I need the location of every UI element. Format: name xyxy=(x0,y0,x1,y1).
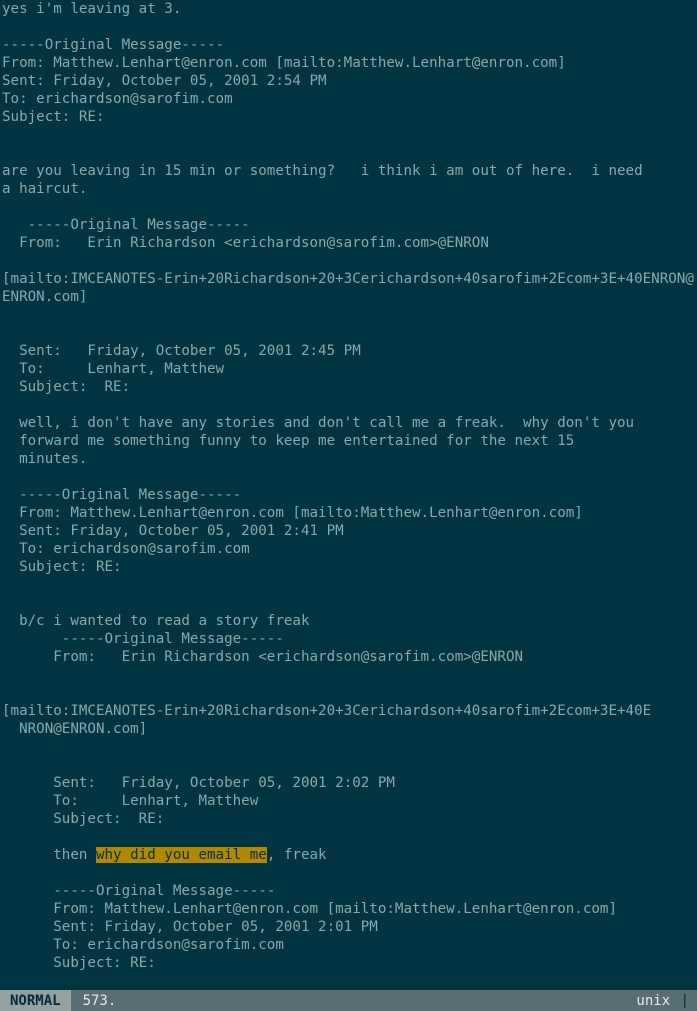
status-bar: NORMAL 573. unix | xyxy=(0,990,697,1011)
mode-indicator: NORMAL xyxy=(0,990,71,1011)
file-format-indicator: unix | xyxy=(636,992,697,1010)
buffer-text: yes i'm leaving at 3. -----Original Mess… xyxy=(2,1,694,1011)
line-indicator: 573. xyxy=(71,992,637,1010)
editor-viewport[interactable]: yes i'm leaving at 3. -----Original Mess… xyxy=(0,0,697,991)
search-highlight: why did you email me xyxy=(96,847,267,863)
